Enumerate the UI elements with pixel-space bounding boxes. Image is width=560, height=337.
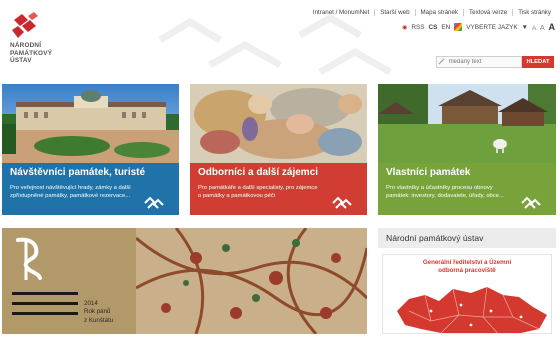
font-small[interactable]: A: [532, 25, 537, 32]
npu-map-box[interactable]: Generální ředitelství a Územní odborná p…: [382, 254, 552, 334]
lang-en[interactable]: EN: [441, 24, 450, 31]
font-medium[interactable]: A: [540, 23, 546, 32]
rss-link[interactable]: RSS: [411, 24, 424, 31]
logo-text: NÁRODNÍ PAMÁTKOVÝ ÚSTAV: [10, 42, 53, 65]
link-text-version[interactable]: Textová verze: [463, 9, 512, 16]
font-large[interactable]: A: [549, 22, 557, 32]
painted-vault-photo: [136, 228, 367, 334]
tile-visitors[interactable]: Návštěvníci památek, turisté Pro veřejno…: [2, 84, 179, 215]
stripe: [12, 302, 78, 305]
stripe: [12, 292, 78, 295]
npu-logo[interactable]: NÁRODNÍ PAMÁTKOVÝ ÚSTAV: [4, 10, 64, 70]
link-sitemap[interactable]: Mapa stránek: [414, 9, 464, 16]
lang-cs[interactable]: CS: [429, 24, 438, 31]
npu-sidebar: Národní památkový ústav Generální ředite…: [378, 228, 556, 334]
link-intranet[interactable]: Intranet / MonumNet: [308, 9, 374, 16]
npu-heading[interactable]: Národní památkový ústav: [378, 228, 556, 248]
header-decoration: [158, 13, 392, 76]
tile-description: Pro památkáře a další specialisty, pro z…: [198, 185, 318, 199]
tile-experts[interactable]: Odborníci a další zájemci Pro památkáře …: [190, 84, 367, 215]
npu-mark-icon: [521, 196, 541, 209]
google-translate-icon: [454, 23, 463, 31]
npu-mark-icon: [144, 196, 164, 209]
font-size-switch: A A A: [532, 22, 556, 32]
npu-mark-icon: [332, 196, 352, 209]
language-bar: ◉ RSS CS EN VYBERTE JAZYK ▼ A A A: [402, 22, 556, 32]
rss-icon[interactable]: ◉: [402, 24, 407, 31]
search-input[interactable]: [436, 56, 522, 68]
search-button[interactable]: HLEDAT: [522, 56, 554, 68]
logo-mark-icon: [12, 12, 38, 38]
kunstat-banner[interactable]: 2014 Rok pánů z Kunštátu: [2, 228, 367, 334]
czech-map: [397, 286, 547, 333]
stripe: [12, 312, 78, 315]
search-bar: HLEDAT: [436, 56, 554, 68]
top-links: Intranet / MonumNet Starší web Mapa strá…: [308, 9, 556, 16]
link-old-web[interactable]: Starší web: [374, 9, 414, 16]
village-photo: [378, 84, 556, 164]
chateau-photo: [2, 84, 179, 164]
language-select[interactable]: VYBERTE JAZYK: [466, 24, 517, 31]
link-print[interactable]: Tisk stránky: [512, 9, 556, 16]
chevron-down-icon[interactable]: ▼: [522, 24, 528, 31]
tile-title[interactable]: Návštěvníci památek, turisté: [2, 163, 179, 182]
tile-owners[interactable]: Vlastníci památek Pro vlastníky a účastn…: [378, 84, 556, 215]
map-caption: Generální ředitelství a Územní odborná p…: [422, 259, 512, 274]
tile-title[interactable]: Vlastníci památek: [378, 163, 556, 182]
banner-caption: 2014 Rok pánů z Kunštátu: [84, 300, 114, 324]
pencil-icon: [438, 58, 445, 65]
tile-description: Pro veřejnost návštěvující hrady, zámky …: [10, 185, 131, 199]
tile-title[interactable]: Odborníci a další zájemci: [190, 163, 367, 182]
kunstat-emblem-icon: [16, 237, 42, 280]
tile-description: Pro vlastníky a účastníky procesu obnovy…: [386, 185, 504, 199]
fresco-photo: [190, 84, 367, 164]
banner-left: 2014 Rok pánů z Kunštátu: [2, 228, 136, 334]
site-header: NÁRODNÍ PAMÁTKOVÝ ÚSTAV Intranet / Monum…: [0, 0, 560, 84]
